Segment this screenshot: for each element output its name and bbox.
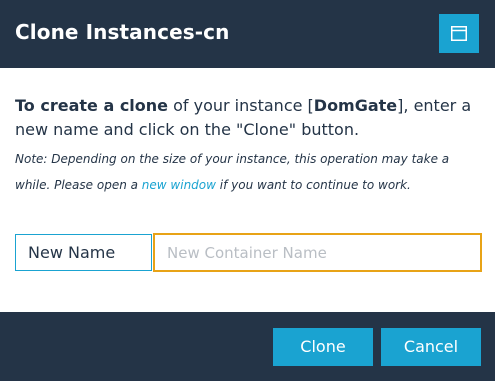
dialog-title: Clone Instances-cn	[15, 20, 230, 44]
window-icon	[451, 26, 467, 41]
instructions-text: To create a clone of your instance [DomG…	[15, 94, 485, 142]
note-text: Note: Depending on the size of your inst…	[15, 146, 485, 198]
clone-dialog: Clone Instances-cn To create a clone of …	[0, 0, 495, 381]
new-name-input[interactable]	[153, 233, 482, 272]
dialog-body: To create a clone of your instance [DomG…	[0, 68, 495, 312]
instance-name: DomGate	[313, 96, 398, 115]
new-name-label: New Name	[15, 234, 152, 271]
instructions-text-part-1: of your instance [	[168, 96, 314, 115]
dialog-footer: Clone Cancel	[0, 312, 495, 381]
new-window-link[interactable]: new window	[142, 178, 216, 192]
open-window-button[interactable]	[439, 14, 479, 53]
note-text-part-2: if you want to continue to work.	[215, 178, 411, 192]
cancel-button[interactable]: Cancel	[381, 328, 481, 366]
instructions-bold-intro: To create a clone	[15, 96, 169, 115]
dialog-header: Clone Instances-cn	[0, 0, 495, 68]
clone-button[interactable]: Clone	[273, 328, 373, 366]
